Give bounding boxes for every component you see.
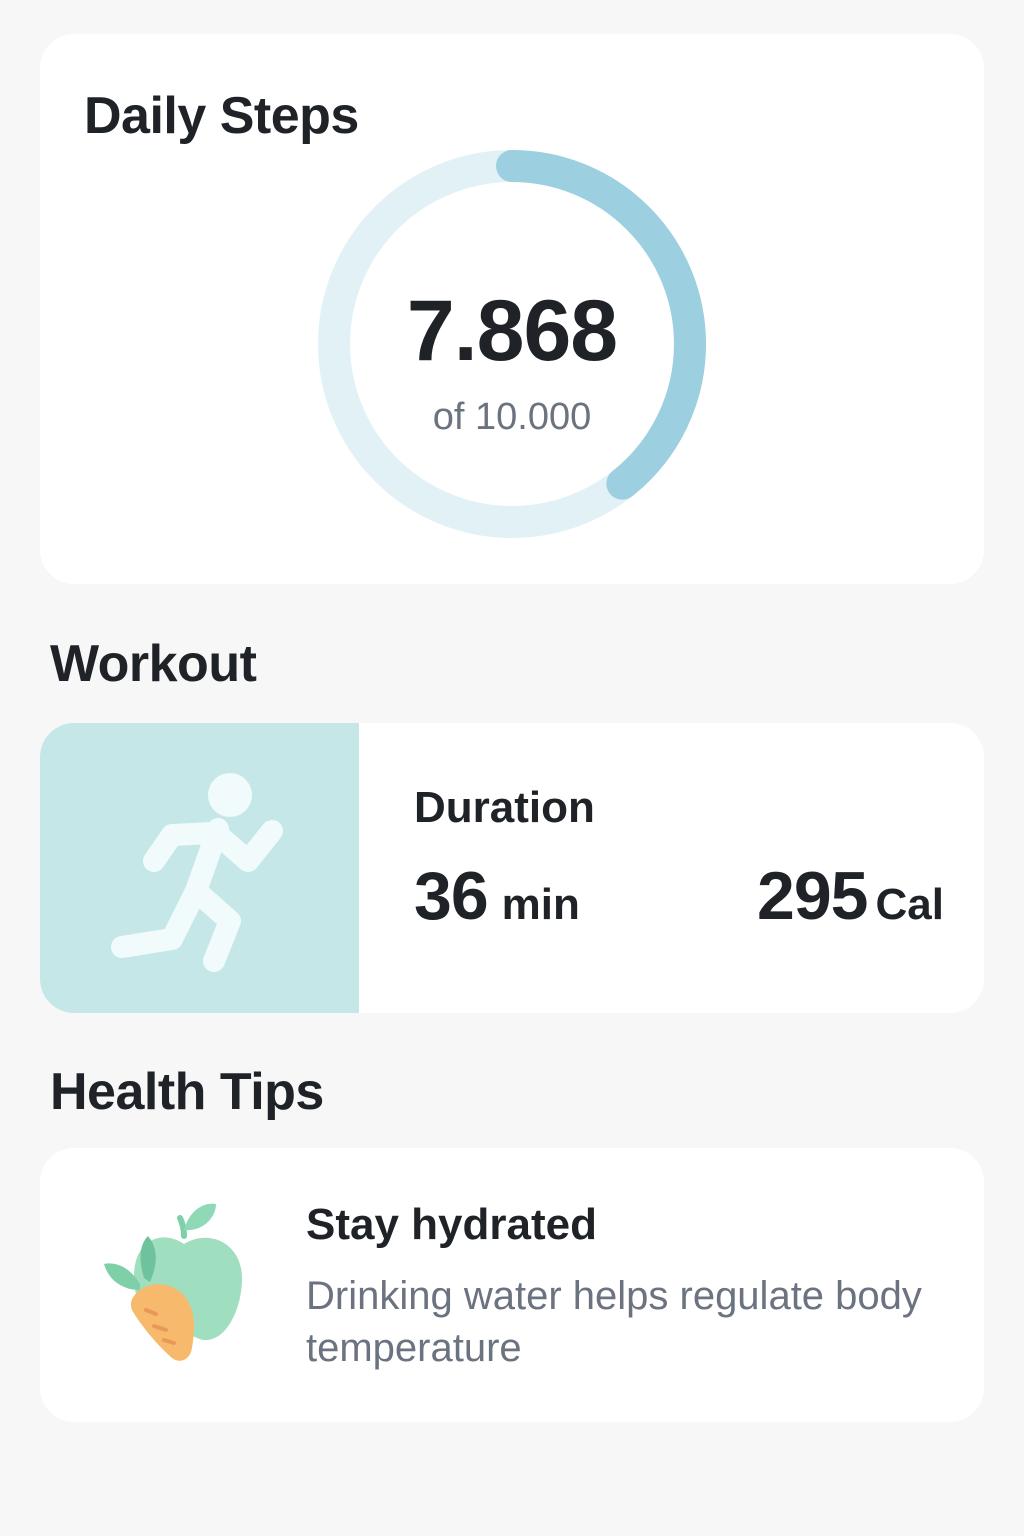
- health-tip-card[interactable]: Stay hydrated Drinking water helps regul…: [40, 1148, 984, 1422]
- running-person-icon: [111, 773, 283, 972]
- steps-count: 7.868: [406, 283, 618, 379]
- tip-title: Stay hydrated: [306, 1200, 597, 1249]
- duration-value: 36: [414, 858, 489, 934]
- tip-description: Drinking water helps regulate body tempe…: [306, 1274, 922, 1370]
- duration-metric: 36 min: [414, 857, 580, 935]
- workout-card[interactable]: Duration 36 min 295 Cal: [40, 723, 984, 1013]
- apple-carrot-icon: [104, 1203, 242, 1361]
- workout-thumbnail: [40, 723, 359, 1013]
- duration-unit: min: [501, 880, 580, 929]
- daily-steps-card[interactable]: Daily Steps 7.868 of 10.000: [40, 34, 984, 584]
- workout-section-title: Workout: [50, 635, 257, 693]
- calories-unit: Cal: [875, 880, 944, 929]
- steps-goal: of 10.000: [432, 396, 592, 438]
- duration-label: Duration: [414, 783, 595, 832]
- calories-metric: 295 Cal: [757, 857, 944, 935]
- calories-value: 295: [757, 858, 868, 934]
- health-tips-section-title: Health Tips: [50, 1063, 324, 1121]
